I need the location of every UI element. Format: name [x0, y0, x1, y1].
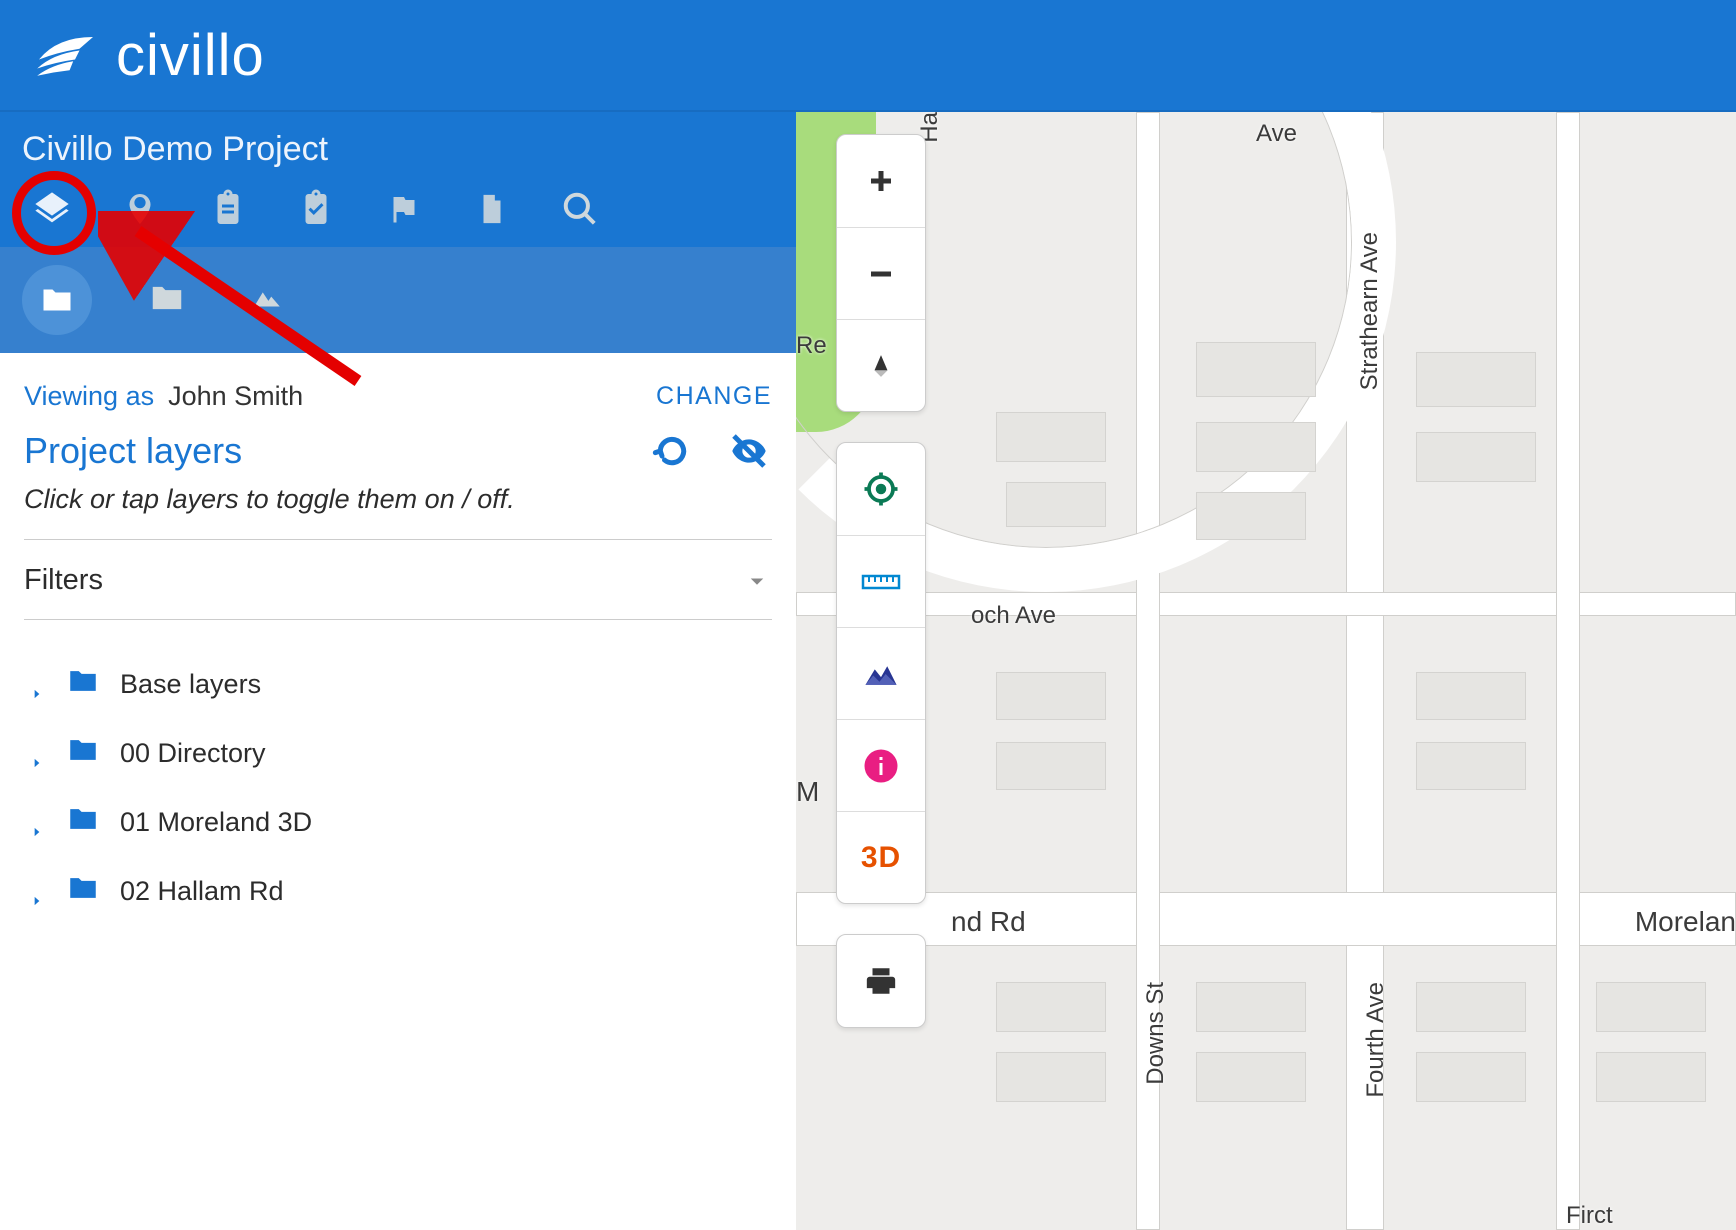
layers-panel: Viewing as John Smith CHANGE Project lay…: [0, 353, 796, 1230]
folder-view-button[interactable]: [22, 265, 92, 335]
folder-icon: [62, 733, 104, 767]
clipboard-tab[interactable]: [208, 189, 248, 229]
visibility-off-icon[interactable]: [726, 431, 772, 471]
sidebar: Civillo Demo Project: [0, 112, 796, 1230]
search-tab[interactable]: [560, 189, 600, 229]
chevron-down-icon: [742, 566, 772, 596]
caret-right-icon: [30, 687, 44, 701]
layers-hint: Click or tap layers to toggle them on / …: [24, 484, 772, 515]
caret-right-icon: [30, 825, 44, 839]
location-tab[interactable]: [120, 189, 160, 229]
flag-icon: [386, 190, 422, 228]
layers-title: Project layers: [24, 430, 242, 472]
clipboard-check-icon: [298, 189, 334, 229]
map-canvas[interactable]: Strathearn Ave och Ave nd Rd Morelan Dow…: [796, 112, 1736, 1230]
map-controls: 3D: [836, 134, 926, 1028]
brand-name: civillo: [116, 22, 265, 89]
folder-icon: [36, 282, 78, 318]
terrain-button[interactable]: [242, 281, 292, 320]
caret-right-icon: [30, 756, 44, 770]
print-button[interactable]: [837, 935, 925, 1027]
layers-icon: [32, 189, 72, 229]
plus-icon: [866, 166, 896, 196]
street-label: Strathearn Ave: [1356, 232, 1384, 390]
map-background: Strathearn Ave och Ave nd Rd Morelan Dow…: [796, 112, 1736, 1230]
clipboard-list-icon: [210, 189, 246, 229]
folder-person-icon: [144, 279, 190, 317]
zoom-control-group: [836, 134, 926, 412]
reset-north-button[interactable]: [837, 319, 925, 411]
brand-logo[interactable]: civillo: [30, 22, 265, 89]
layer-label: 01 Moreland 3D: [120, 807, 312, 838]
zoom-out-button[interactable]: [837, 227, 925, 319]
refresh-icon[interactable]: [652, 431, 692, 471]
compass-north-icon: [868, 349, 894, 383]
street-label: Downs St: [1142, 982, 1170, 1085]
print-group: [836, 934, 926, 1028]
project-title: Civillo Demo Project: [0, 112, 796, 175]
ruler-icon: [861, 569, 901, 595]
street-label: Firct: [1566, 1202, 1613, 1230]
locate-button[interactable]: [837, 443, 925, 535]
filters-toggle[interactable]: Filters: [24, 564, 772, 597]
area-chart-icon: [862, 660, 900, 688]
profile-button[interactable]: [837, 627, 925, 719]
sub-toolbar: [0, 247, 796, 353]
layer-folder[interactable]: Base layers: [24, 650, 772, 719]
chevron-left-icon: [770, 924, 794, 954]
flag-tab[interactable]: [384, 189, 424, 229]
layer-label: Base layers: [120, 669, 261, 700]
tasks-tab[interactable]: [296, 189, 336, 229]
3d-view-button[interactable]: 3D: [837, 811, 925, 903]
locate-icon: [863, 471, 899, 507]
map-tools-group: 3D: [836, 442, 926, 904]
search-icon: [561, 190, 599, 228]
info-icon: [863, 748, 899, 784]
viewing-as-label: Viewing as: [24, 381, 154, 412]
layer-folder[interactable]: 00 Directory: [24, 719, 772, 788]
change-user-button[interactable]: CHANGE: [656, 382, 772, 411]
sidebar-toolbar: [0, 175, 796, 247]
folder-icon: [62, 871, 104, 905]
street-label: Morelan: [1635, 906, 1736, 938]
street-label: M: [796, 776, 819, 808]
info-button[interactable]: [837, 719, 925, 811]
street-label: och Ave: [971, 602, 1056, 630]
divider: [24, 619, 772, 620]
layer-label: 02 Hallam Rd: [120, 876, 284, 907]
zoom-in-button[interactable]: [837, 135, 925, 227]
document-icon: [475, 189, 509, 229]
street-label: nd Rd: [951, 906, 1026, 938]
measure-button[interactable]: [837, 535, 925, 627]
street-label: Ave: [1256, 120, 1297, 148]
printer-icon: [863, 964, 899, 998]
layer-tree: Base layers 00 Directory 01 Moreland 3D …: [24, 644, 772, 926]
top-bar: civillo: [0, 0, 1736, 112]
viewing-as-name: John Smith: [168, 381, 303, 412]
layers-tab[interactable]: [32, 189, 72, 229]
layer-folder[interactable]: 02 Hallam Rd: [24, 857, 772, 926]
divider: [24, 539, 772, 540]
minus-icon: [866, 259, 896, 289]
layer-folder[interactable]: 01 Moreland 3D: [24, 788, 772, 857]
street-label: Fourth Ave: [1362, 982, 1390, 1098]
layer-label: 00 Directory: [120, 738, 266, 769]
collapse-sidebar-button[interactable]: [764, 911, 800, 967]
shared-folder-button[interactable]: [144, 279, 190, 322]
mountain-icon: [242, 281, 292, 315]
folder-icon: [62, 664, 104, 698]
folder-icon: [62, 802, 104, 836]
street-label: Re: [796, 332, 827, 360]
caret-right-icon: [30, 894, 44, 908]
filters-label: Filters: [24, 564, 103, 597]
pin-icon: [122, 188, 158, 230]
three-d-icon: 3D: [861, 841, 901, 875]
document-tab[interactable]: [472, 189, 512, 229]
logo-mark-icon: [30, 31, 102, 79]
